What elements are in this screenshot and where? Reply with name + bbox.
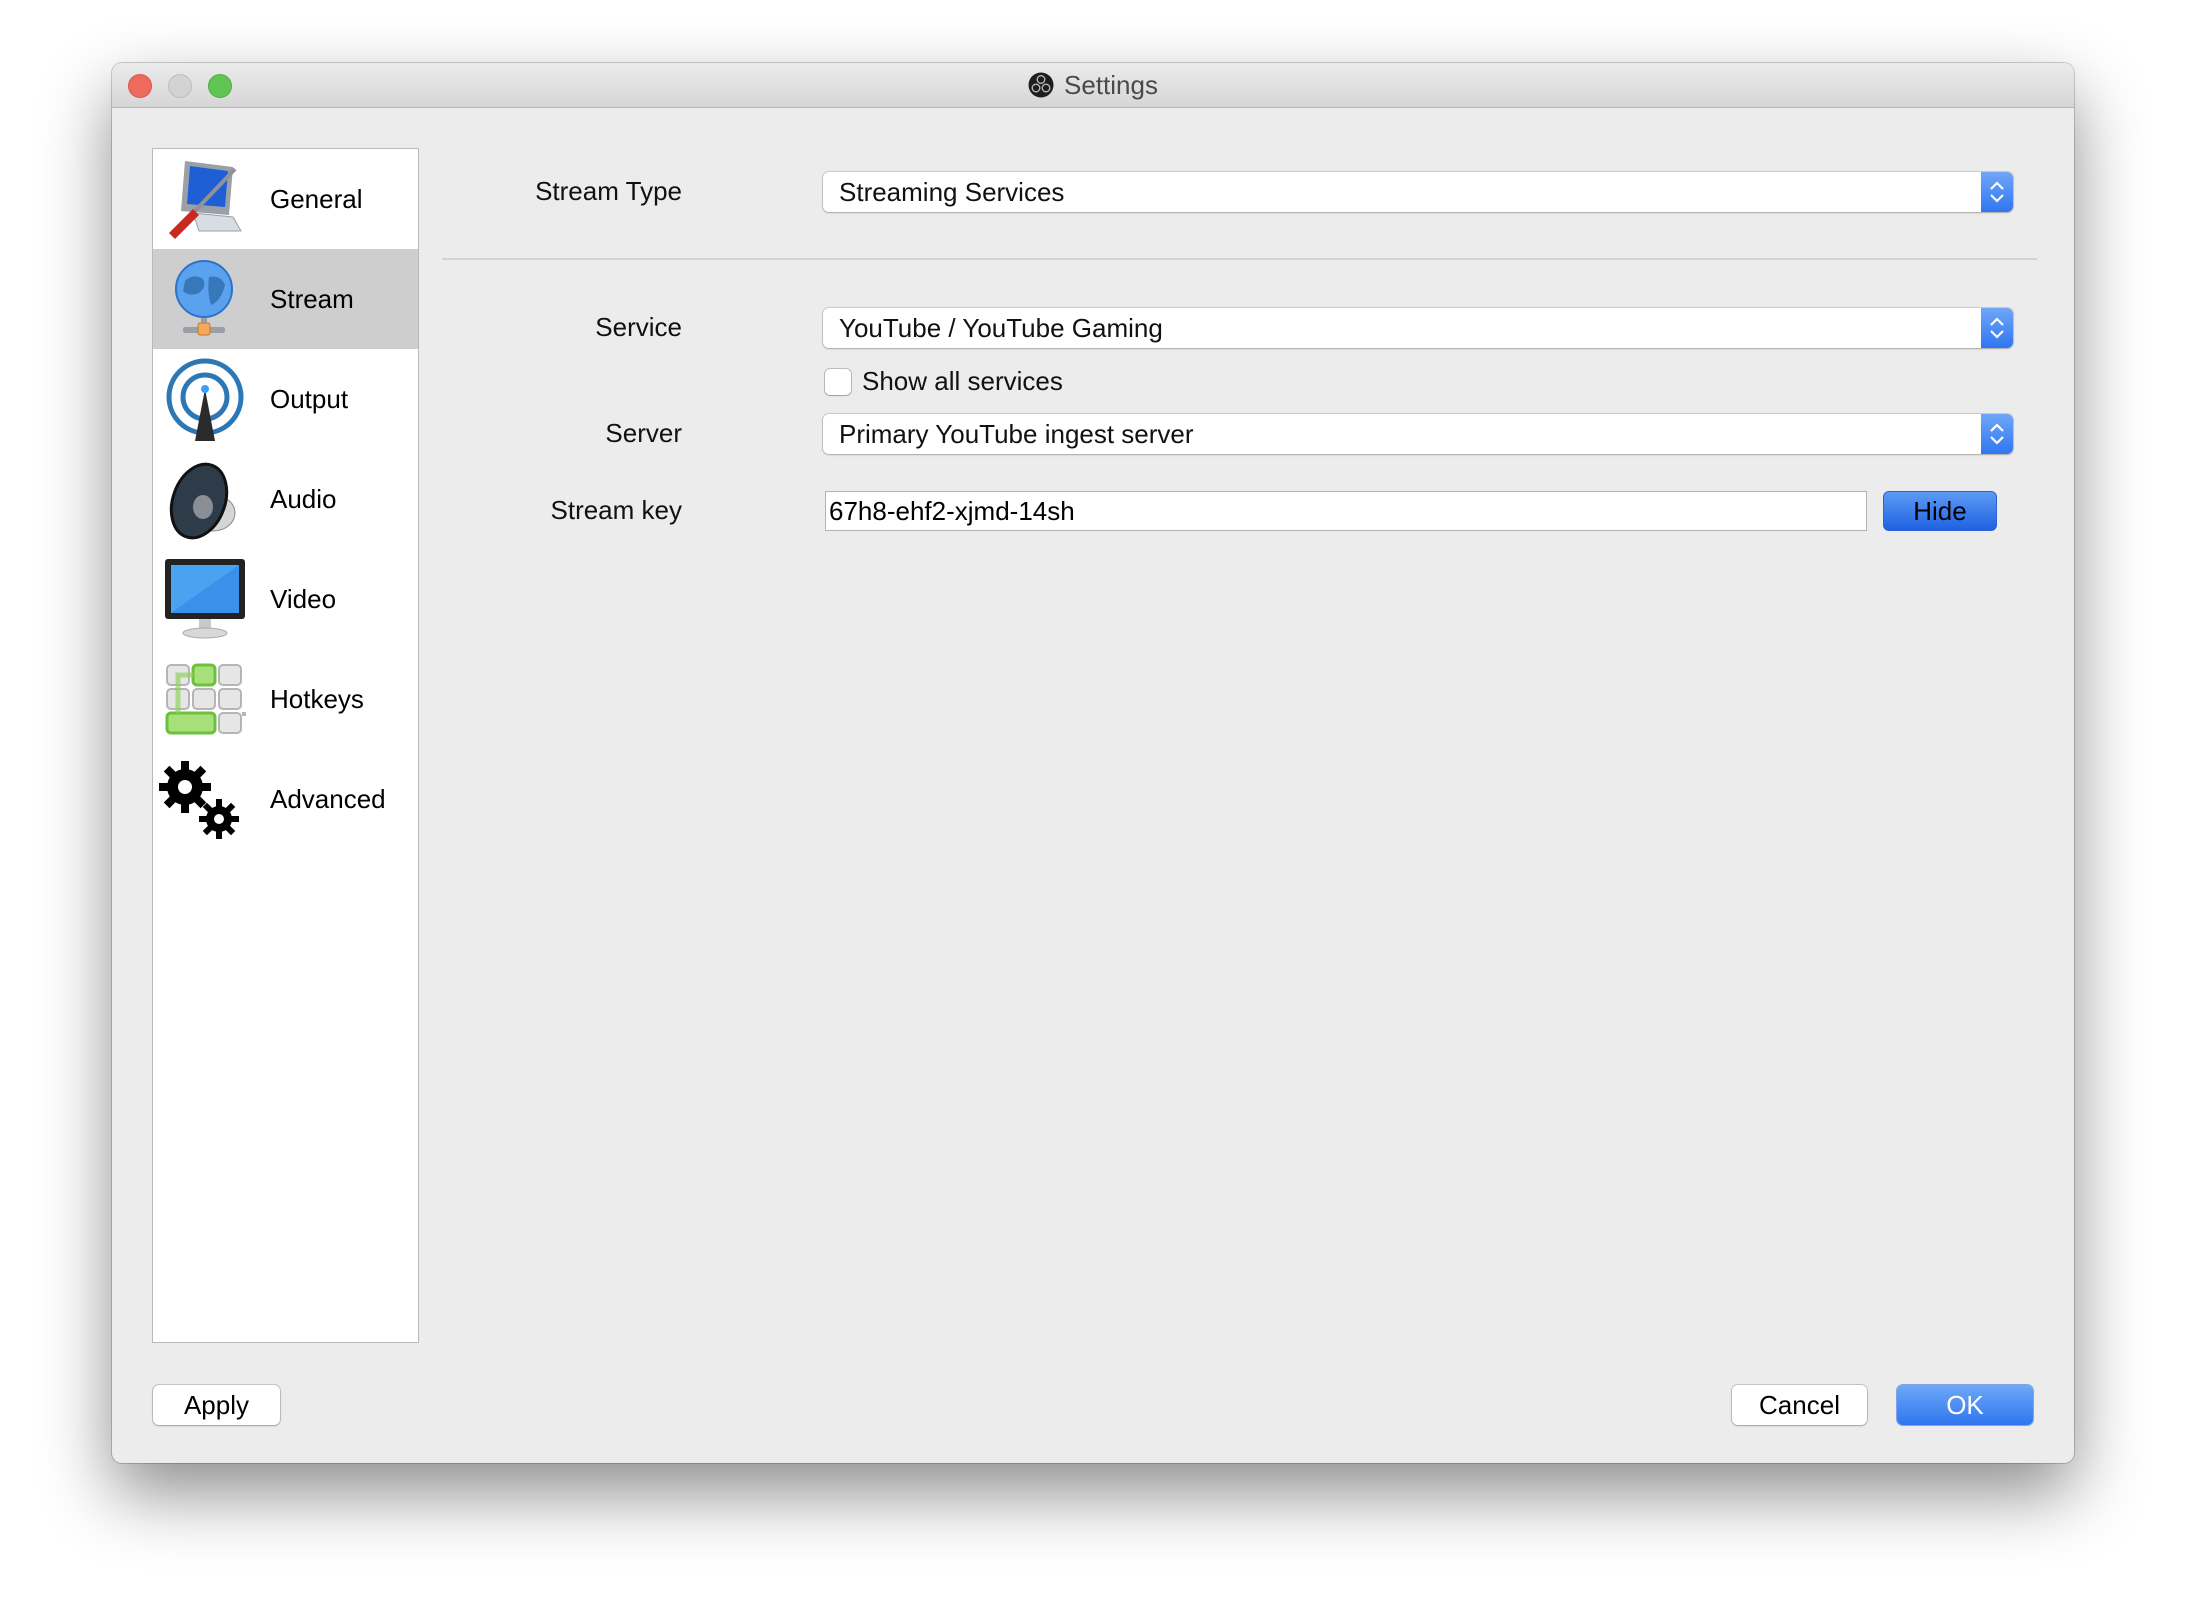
hide-stream-key-button[interactable]: Hide (1883, 491, 1997, 531)
globe-network-icon (175, 260, 233, 336)
stream-key-input[interactable] (825, 491, 1867, 531)
title-bar[interactable]: Settings (112, 63, 2074, 108)
sidebar-item-audio[interactable]: Audio (153, 449, 418, 549)
window-title: Settings (1064, 69, 1158, 100)
obs-logo-icon (1028, 72, 1054, 98)
sidebar-item-label: Hotkeys (270, 683, 364, 714)
updown-chevron-icon (1981, 172, 2013, 212)
sidebar-item-label: Audio (270, 483, 337, 514)
sidebar-item-label: Output (270, 383, 349, 414)
sidebar-item-label: Video (270, 583, 337, 614)
sidebar-item-label: Advanced (270, 783, 386, 814)
server-select[interactable]: Primary YouTube ingest server (823, 414, 2013, 454)
sidebar-item-hotkeys[interactable]: Hotkeys (153, 649, 418, 749)
window-title-group: Settings (112, 63, 2074, 107)
sidebar-item-video[interactable]: Video (153, 549, 418, 649)
sidebar-item-label: General (270, 183, 363, 214)
sidebar-item-output[interactable]: Output (153, 349, 418, 449)
gears-icon (159, 761, 239, 839)
broadcast-antenna-icon (166, 358, 244, 441)
settings-window: Settings General Stream Output Audio Vid… (112, 63, 2074, 1463)
settings-sidebar: General Stream Output Audio Video Hotkey… (152, 148, 419, 1343)
apply-button[interactable]: Apply (153, 1385, 280, 1425)
stream-key-label: Stream key (550, 495, 683, 525)
service-select[interactable]: YouTube / YouTube Gaming (823, 308, 2013, 348)
sidebar-item-label: Stream (270, 283, 354, 314)
general-settings-icon (169, 161, 242, 239)
sidebar-item-stream[interactable]: Stream (153, 249, 418, 349)
ok-button[interactable]: OK (1897, 1385, 2033, 1425)
service-value: YouTube / YouTube Gaming (839, 313, 1163, 343)
server-label: Server (605, 418, 682, 448)
show-all-services-label[interactable]: Show all services (862, 366, 1063, 397)
speaker-icon (169, 462, 236, 540)
sidebar-item-general[interactable]: General (153, 149, 418, 249)
stream-type-select[interactable]: Streaming Services (823, 172, 2013, 212)
stream-type-label: Stream Type (535, 176, 682, 206)
keyboard-keys-icon (165, 663, 246, 735)
stream-type-value: Streaming Services (839, 177, 1065, 207)
monitor-icon (165, 559, 245, 639)
cancel-button[interactable]: Cancel (1732, 1385, 1867, 1425)
updown-chevron-icon (1981, 414, 2013, 454)
service-label: Service (595, 312, 682, 342)
sidebar-item-advanced[interactable]: Advanced (153, 749, 418, 849)
section-divider (442, 258, 2037, 260)
updown-chevron-icon (1981, 308, 2013, 348)
show-all-services-checkbox[interactable] (825, 369, 851, 395)
server-value: Primary YouTube ingest server (839, 419, 1194, 449)
